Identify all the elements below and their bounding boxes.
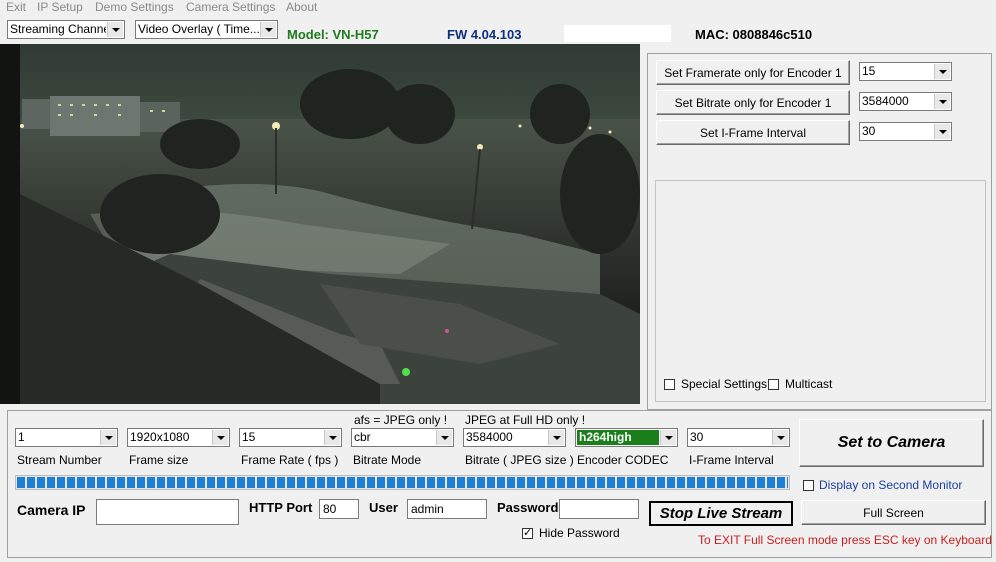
chevron-down-icon[interactable] (324, 430, 340, 445)
camera-ip-label: Camera IP (17, 502, 86, 518)
chevron-down-icon[interactable] (934, 124, 950, 139)
overlay-select[interactable]: Video Overlay ( Time... ) (135, 20, 278, 39)
codec-label: Encoder CODEC (577, 453, 669, 467)
menu-about[interactable]: About (286, 0, 317, 14)
user-label: User (369, 500, 398, 515)
hide-password-checkbox[interactable] (522, 526, 533, 539)
codec-value: h264high (577, 430, 659, 445)
special-settings-label: Special Settings (681, 377, 768, 391)
bitrate-select-value: 3584000 (862, 94, 909, 108)
full-screen-button[interactable]: Full Screen (801, 500, 986, 525)
multicast-label: Multicast (785, 377, 833, 391)
model-label: Model: VN-H57 (287, 27, 379, 42)
status-box (564, 25, 671, 42)
stop-live-stream-button[interactable]: Stop Live Stream (649, 501, 793, 526)
menu-ip-setup[interactable]: IP Setup (37, 0, 83, 14)
special-settings-area (655, 180, 986, 402)
frame-rate-select[interactable]: 15 (239, 428, 342, 447)
set-iframe-button[interactable]: Set I-Frame Interval (656, 120, 850, 145)
iframe-select[interactable]: 30 (859, 122, 952, 141)
second-monitor-label: Display on Second Monitor (819, 478, 963, 492)
chevron-down-icon[interactable] (436, 430, 452, 445)
chevron-down-icon[interactable] (660, 430, 676, 445)
multicast-checkbox[interactable] (768, 379, 779, 390)
hide-password-label: Hide Password (539, 526, 620, 540)
bitrate-mode-value: cbr (354, 430, 371, 444)
bitrate-select[interactable]: 3584000 (859, 92, 952, 111)
firmware-label: FW 4.04.103 (447, 27, 522, 42)
channel-select[interactable]: Streaming Channel (7, 20, 125, 39)
frame-size-value: 1920x1080 (130, 430, 190, 444)
frame-size-select[interactable]: 1920x1080 (127, 428, 230, 447)
http-port-label: HTTP Port (249, 500, 313, 515)
chevron-down-icon[interactable] (548, 430, 564, 445)
iframe-interval-select[interactable]: 30 (687, 428, 790, 447)
stream-number-value: 1 (18, 430, 25, 444)
password-label: Password (497, 500, 559, 515)
iframe-interval-value: 30 (690, 430, 704, 444)
second-monitor-checkbox[interactable] (803, 480, 814, 491)
iframe-select-value: 30 (862, 124, 876, 138)
bitrate-mode-label: Bitrate Mode (353, 453, 422, 467)
set-framerate-button[interactable]: Set Framerate only for Encoder 1 (656, 60, 850, 85)
stream-progress-fill (17, 477, 788, 488)
chevron-down-icon[interactable] (100, 430, 116, 445)
menu-bar: Exit IP Setup Demo Settings Camera Setti… (0, 0, 996, 16)
stream-number-label: Stream Number (17, 453, 102, 467)
mac-label: MAC: 0808846c510 (695, 27, 813, 42)
stream-number-select[interactable]: 1 (15, 428, 118, 447)
iframe-interval-label: I-Frame Interval (689, 453, 774, 467)
http-port-input[interactable]: 80 (319, 499, 359, 519)
bitrate-value: 3584000 (466, 430, 513, 444)
chevron-down-icon[interactable] (934, 64, 950, 79)
set-bitrate-button[interactable]: Set Bitrate only for Encoder 1 (656, 90, 850, 115)
framerate-select[interactable]: 15 (859, 62, 952, 81)
afs-note: afs = JPEG only ! (354, 413, 448, 427)
video-preview (0, 44, 640, 404)
frame-rate-value: 15 (242, 430, 256, 444)
overlay-select-value: Video Overlay ( Time... ) (138, 22, 259, 36)
exit-fullscreen-hint: To EXIT Full Screen mode press ESC key o… (698, 533, 992, 547)
chevron-down-icon[interactable] (260, 22, 276, 37)
bitrate-select-bottom[interactable]: 3584000 (463, 428, 566, 447)
menu-demo-settings[interactable]: Demo Settings (95, 0, 174, 14)
stream-progress-bar (15, 475, 790, 490)
special-settings-checkbox[interactable] (664, 379, 675, 390)
menu-exit[interactable]: Exit (6, 0, 26, 14)
bitrate-label: Bitrate ( JPEG size ) (465, 453, 574, 467)
jpeg-note: JPEG at Full HD only ! (465, 413, 586, 427)
chevron-down-icon[interactable] (212, 430, 228, 445)
codec-select[interactable]: h264high (575, 428, 678, 447)
set-to-camera-button[interactable]: Set to Camera (799, 419, 984, 467)
camera-ip-input[interactable] (96, 499, 239, 525)
channel-select-value: Streaming Channel (10, 22, 106, 36)
bitrate-mode-select[interactable]: cbr (351, 428, 454, 447)
framerate-select-value: 15 (862, 64, 876, 78)
chevron-down-icon[interactable] (107, 22, 123, 37)
menu-camera-settings[interactable]: Camera Settings (186, 0, 275, 14)
password-input[interactable] (559, 499, 639, 519)
frame-rate-label: Frame Rate ( fps ) (241, 453, 339, 467)
user-input[interactable]: admin (407, 499, 487, 519)
chevron-down-icon[interactable] (772, 430, 788, 445)
chevron-down-icon[interactable] (934, 94, 950, 109)
frame-size-label: Frame size (129, 453, 189, 467)
